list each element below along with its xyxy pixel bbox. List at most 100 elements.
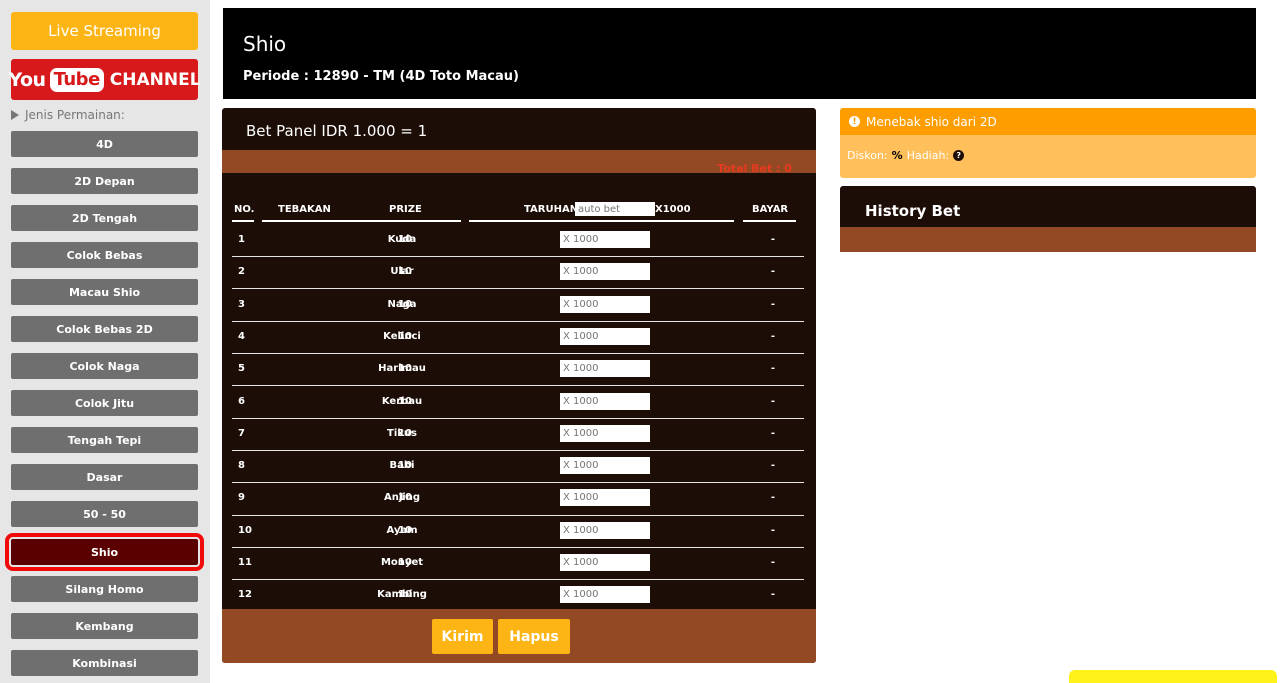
game-button-colok-bebas-2d[interactable]: Colok Bebas 2D xyxy=(11,316,198,342)
row-prize: 10 xyxy=(398,395,412,407)
bet-panel: Bet Panel IDR 1.000 = 1 Total Bet : 0 NO… xyxy=(222,108,816,663)
game-button-label: 50 - 50 xyxy=(83,507,126,521)
row-bayar: - xyxy=(770,298,776,310)
bet-amount-input[interactable] xyxy=(560,392,650,410)
column-header-taruhan: TARUHAN xyxy=(524,204,579,215)
periode-text: Periode : 12890 - TM (4D Toto Macau) xyxy=(243,69,519,84)
game-button-label: Kembang xyxy=(75,619,134,633)
column-header-tebakan: TEBAKAN xyxy=(278,204,331,215)
row-separator xyxy=(232,482,804,484)
game-button-label: Macau Shio xyxy=(68,285,141,299)
game-button-50-50[interactable]: 50 - 50 xyxy=(11,501,198,527)
game-button-2d-tengah[interactable]: 2D Tengah xyxy=(11,205,198,231)
game-button-kombinasi[interactable]: Kombinasi xyxy=(11,650,198,676)
bet-panel-header: Bet Panel IDR 1.000 = 1 xyxy=(222,108,816,150)
youtube-channel-button[interactable]: You Tube CHANNEL xyxy=(8,59,201,100)
info-body: Diskon: % Hadiah: ? xyxy=(840,135,1256,178)
kirim-label: Kirim xyxy=(441,628,484,645)
question-icon[interactable]: ? xyxy=(953,150,965,161)
bet-amount-input[interactable] xyxy=(560,489,650,507)
row-number: 4 xyxy=(238,330,245,342)
row-separator xyxy=(232,320,804,322)
row-bayar: - xyxy=(770,234,776,245)
row-bayar: - xyxy=(770,266,776,278)
auto-bet-input[interactable] xyxy=(575,202,655,216)
game-button-silang-homo[interactable]: Silang Homo xyxy=(11,576,198,602)
bet-amount-input[interactable] xyxy=(560,231,650,248)
row-bayar: - xyxy=(770,557,776,568)
row-prize: 10 xyxy=(398,298,412,310)
game-button-label: Colok Bebas 2D xyxy=(56,322,153,336)
row-number: 11 xyxy=(238,557,252,568)
history-bet-panel: History Bet xyxy=(840,186,1256,252)
row-separator xyxy=(232,417,804,419)
game-button-label: Tengah Tepi xyxy=(67,433,142,447)
hapus-button[interactable]: Hapus xyxy=(498,619,570,654)
game-button-label: Colok Naga xyxy=(69,359,140,373)
row-separator xyxy=(232,449,804,451)
game-button-colok-naga[interactable]: Colok Naga xyxy=(11,353,198,379)
row-separator xyxy=(232,579,804,581)
youtube-logo-you: You xyxy=(8,68,46,91)
page-header: Shio Periode : 12890 - TM (4D Toto Macau… xyxy=(223,8,1256,99)
row-bayar: - xyxy=(770,492,776,504)
row-prize: 10 xyxy=(398,492,412,504)
diskon-value: % xyxy=(891,149,903,162)
bet-amount-input[interactable] xyxy=(560,554,650,571)
game-button-colok-jitu[interactable]: Colok Jitu xyxy=(11,390,198,416)
bet-amount-input[interactable] xyxy=(560,360,650,378)
info-heading: Menebak shio dari 2D xyxy=(866,114,997,129)
diskon-label: Diskon: xyxy=(847,149,888,162)
game-button-label: Silang Homo xyxy=(65,582,144,596)
game-button-kembang[interactable]: Kembang xyxy=(11,613,198,639)
info-icon: ! xyxy=(849,116,860,127)
row-prize: 10 xyxy=(398,589,412,601)
row-bayar: - xyxy=(770,589,776,601)
game-button-4d[interactable]: 4D xyxy=(11,131,198,157)
row-bayar: - xyxy=(770,460,776,472)
kirim-button[interactable]: Kirim xyxy=(432,619,493,654)
info-header: ! Menebak shio dari 2D xyxy=(840,108,1256,135)
bet-amount-input[interactable] xyxy=(560,586,650,604)
game-button-label: 4D xyxy=(96,137,113,151)
column-header-no: NO. xyxy=(234,204,255,215)
row-separator xyxy=(232,546,804,548)
game-button-dasar[interactable]: Dasar xyxy=(11,464,198,490)
row-number: 12 xyxy=(238,589,252,601)
row-prize: 10 xyxy=(398,266,412,278)
game-button-macau-shio[interactable]: Macau Shio xyxy=(11,279,198,305)
row-number: 1 xyxy=(238,234,245,245)
row-prize: 10 xyxy=(398,330,412,342)
row-bayar: - xyxy=(770,363,776,375)
caret-right-icon xyxy=(11,110,19,120)
row-bayar: - xyxy=(770,524,776,536)
row-bayar: - xyxy=(770,395,776,407)
game-button-2d-depan[interactable]: 2D Depan xyxy=(11,168,198,194)
row-prize: 10 xyxy=(398,524,412,536)
game-button-label: Dasar xyxy=(86,470,123,484)
row-number: 3 xyxy=(238,298,245,310)
row-number: 8 xyxy=(238,460,245,472)
game-button-shio[interactable]: Shio xyxy=(5,533,204,571)
bet-amount-input[interactable] xyxy=(560,457,650,475)
row-separator xyxy=(232,256,804,258)
bet-panel-title: Bet Panel IDR 1.000 = 1 xyxy=(246,122,428,140)
bet-amount-input[interactable] xyxy=(560,295,650,313)
floating-yellow-widget[interactable] xyxy=(1069,670,1277,683)
jenis-permainan-label: Jenis Permainan: xyxy=(25,108,125,122)
bet-amount-input[interactable] xyxy=(560,521,650,539)
row-separator xyxy=(232,288,804,290)
column-underline xyxy=(743,220,796,222)
game-button-label: Colok Jitu xyxy=(74,396,135,410)
bet-amount-input[interactable] xyxy=(560,424,650,442)
row-bayar: - xyxy=(770,330,776,342)
game-button-colok-bebas[interactable]: Colok Bebas xyxy=(11,242,198,268)
row-separator xyxy=(232,353,804,355)
bet-amount-input[interactable] xyxy=(560,263,650,281)
page-title: Shio xyxy=(243,32,287,56)
bet-amount-input[interactable] xyxy=(560,327,650,345)
game-button-tengah-tepi[interactable]: Tengah Tepi xyxy=(11,427,198,453)
game-button-label: Kombinasi xyxy=(72,656,137,670)
live-streaming-button[interactable]: Live Streaming xyxy=(11,12,198,50)
total-bet-text: Total Bet : 0 xyxy=(717,162,792,175)
